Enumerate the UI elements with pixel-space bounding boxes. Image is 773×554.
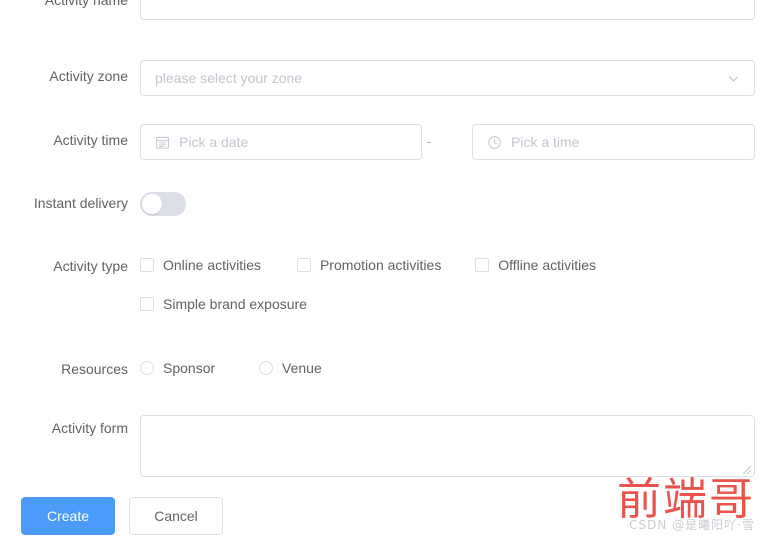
resize-handle-icon[interactable] (740, 462, 752, 475)
activity-type-checkbox-group: Online activities Promotion activities O… (140, 255, 773, 275)
form-row-activity-name: Activity name (0, 0, 773, 20)
activity-date-picker[interactable]: Pick a date (140, 124, 422, 160)
label-activity-name: Activity name (44, 0, 128, 8)
label-activity-zone: Activity zone (49, 68, 128, 84)
activity-time-placeholder: Pick a time (511, 134, 580, 150)
resources-radio-group: Sponsor Venue (140, 358, 773, 378)
label-activity-time: Activity time (53, 132, 128, 148)
activity-form: Activity name Activity zone please selec… (0, 0, 773, 554)
clock-icon (487, 135, 502, 150)
radio-label: Venue (282, 360, 322, 376)
instant-delivery-switch[interactable] (140, 192, 186, 216)
form-row-actions: Create Cancel (0, 497, 773, 535)
activity-date-placeholder: Pick a date (179, 134, 249, 150)
activity-form-textarea-value (141, 416, 754, 428)
checkbox-promotion-activities[interactable]: Promotion activities (296, 255, 442, 275)
checkbox-offline-activities[interactable]: Offline activities (475, 255, 596, 275)
checkbox-box[interactable] (140, 297, 154, 311)
radio-box[interactable] (140, 361, 154, 375)
checkbox-simple-brand-exposure[interactable]: Simple brand exposure (140, 294, 307, 314)
calendar-icon (155, 135, 170, 150)
radio-box[interactable] (259, 361, 274, 375)
radio-sponsor[interactable]: Sponsor (140, 358, 215, 378)
activity-form-textarea[interactable] (140, 415, 755, 477)
chevron-down-icon (727, 72, 740, 85)
checkbox-label: Offline activities (498, 257, 596, 273)
form-row-activity-form: Activity form (0, 415, 773, 477)
create-button[interactable]: Create (21, 497, 115, 535)
activity-name-input[interactable] (140, 0, 755, 20)
form-row-activity-time: Activity time Pick a date - Pick a time (0, 124, 773, 160)
label-activity-type: Activity type (53, 258, 128, 274)
activity-zone-placeholder: please select your zone (155, 70, 303, 86)
checkbox-label: Online activities (163, 257, 262, 273)
form-row-resources: Resources Sponsor Venue (0, 358, 773, 380)
checkbox-box[interactable] (475, 258, 490, 272)
label-instant-delivery: Instant delivery (33, 195, 128, 211)
checkbox-label: Simple brand exposure (163, 296, 307, 312)
form-row-activity-zone: Activity zone please select your zone (0, 60, 773, 96)
activity-zone-select[interactable]: please select your zone (140, 60, 755, 96)
label-resources: Resources (61, 361, 128, 377)
activity-time-picker[interactable]: Pick a time (472, 124, 755, 160)
radio-venue[interactable]: Venue (259, 358, 322, 378)
label-activity-form: Activity form (51, 420, 128, 436)
checkbox-box[interactable] (296, 258, 311, 272)
checkbox-box[interactable] (140, 258, 154, 272)
checkbox-online-activities[interactable]: Online activities (140, 255, 261, 275)
form-row-activity-type: Activity type Online activities Promotio… (0, 255, 773, 314)
time-range-separator: - (426, 134, 432, 149)
switch-knob (142, 194, 162, 214)
radio-label: Sponsor (163, 360, 216, 376)
form-row-instant-delivery: Instant delivery (0, 189, 773, 217)
checkbox-label: Promotion activities (319, 257, 442, 273)
activity-type-checkbox-group-row2: Simple brand exposure (140, 294, 773, 314)
cancel-button[interactable]: Cancel (129, 497, 223, 535)
